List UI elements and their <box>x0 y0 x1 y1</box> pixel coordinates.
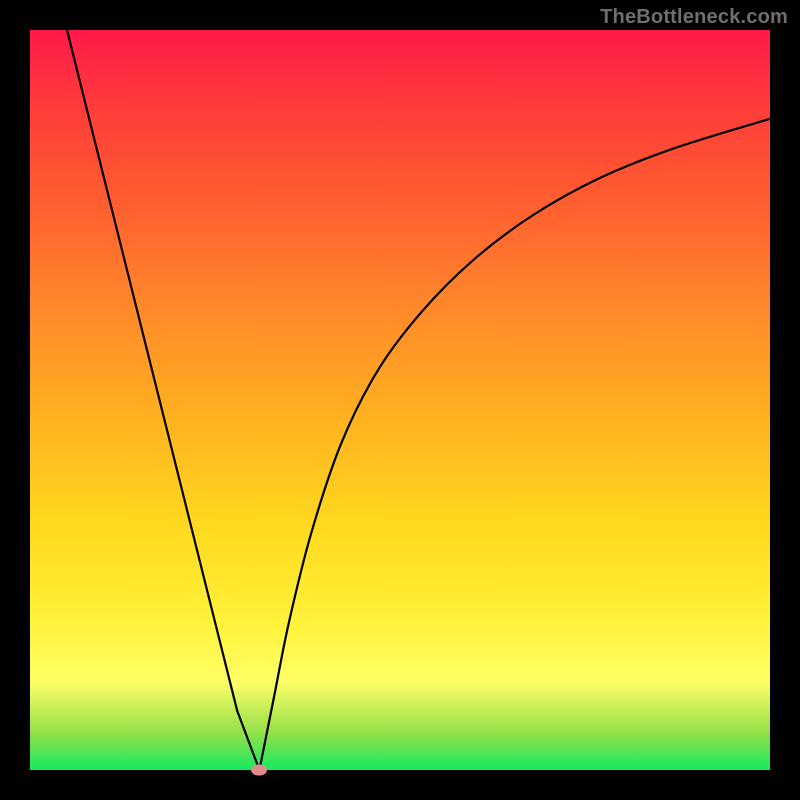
plot-area <box>30 30 770 770</box>
watermark-text: TheBottleneck.com <box>600 6 788 29</box>
chart-stage: TheBottleneck.com <box>0 0 800 800</box>
bottleneck-curve <box>30 30 770 770</box>
minimum-marker <box>251 765 267 776</box>
curve-path <box>67 30 770 770</box>
